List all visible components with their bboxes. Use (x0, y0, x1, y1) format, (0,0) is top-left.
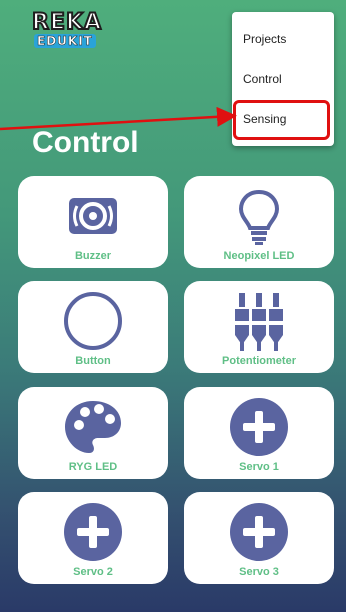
circle-button-icon (64, 292, 122, 350)
control-card-buzzer[interactable]: Buzzer (18, 176, 168, 268)
app-logo: REKA EDUKIT (31, 9, 112, 52)
card-label: Buzzer (74, 250, 112, 262)
sliders-icon (235, 293, 283, 351)
control-card-ryg-led[interactable]: RYG LED (18, 387, 168, 479)
palette-icon (65, 401, 121, 453)
speaker-icon (69, 198, 117, 234)
sensing-highlight-box (233, 100, 330, 140)
control-card-servo-2[interactable]: Servo 2 (18, 492, 168, 584)
menu-item-projects[interactable]: Projects (232, 20, 334, 58)
plus-circle-icon (64, 503, 122, 561)
control-card-button[interactable]: Button (18, 281, 168, 373)
app-screen: REKA EDUKIT Control Buzzer Neopixel LED … (0, 0, 346, 612)
card-label: Servo 2 (73, 566, 113, 578)
plus-circle-icon (230, 503, 288, 561)
control-card-neopixel-led[interactable]: Neopixel LED (184, 176, 334, 268)
card-label: Neopixel LED (223, 250, 295, 262)
menu-item-control[interactable]: Control (232, 60, 334, 98)
card-label: Servo 1 (239, 461, 279, 473)
card-label: Potentiometer (222, 355, 296, 367)
page-title: Control (32, 126, 139, 159)
control-card-servo-1[interactable]: Servo 1 (184, 387, 334, 479)
control-card-servo-3[interactable]: Servo 3 (184, 492, 334, 584)
logo-line-1: REKA (31, 9, 103, 36)
card-label: Servo 3 (239, 566, 279, 578)
plus-circle-icon (230, 398, 288, 456)
card-label: RYG LED (68, 461, 118, 473)
logo-line-2: EDUKIT (34, 34, 96, 48)
card-label: Button (75, 355, 111, 367)
lightbulb-icon (238, 189, 280, 245)
control-card-potentiometer[interactable]: Potentiometer (184, 281, 334, 373)
